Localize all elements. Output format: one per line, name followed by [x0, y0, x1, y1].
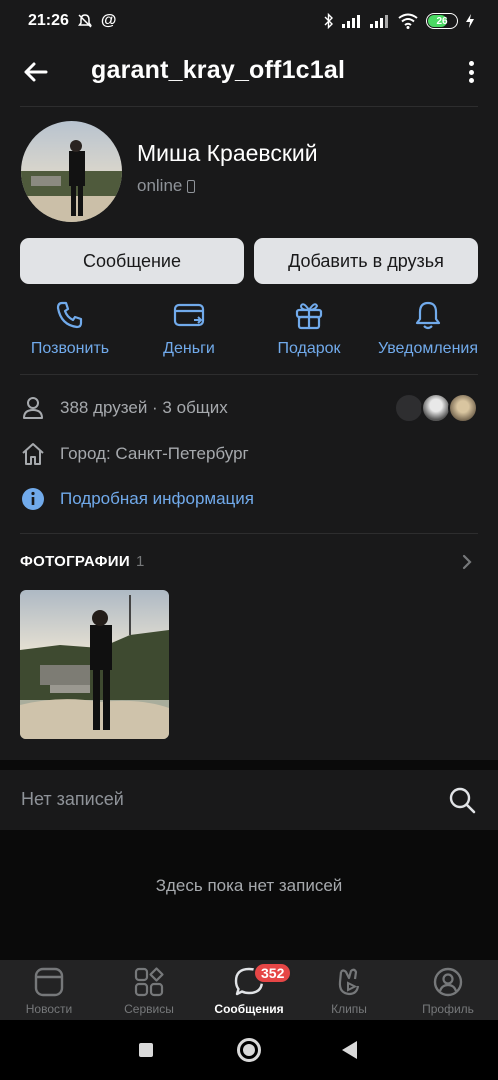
avatar[interactable] — [21, 121, 122, 222]
tab-news[interactable]: Новости — [4, 966, 94, 1016]
gift-label: Подарок — [277, 340, 341, 357]
tab-services[interactable]: Сервисы — [104, 966, 194, 1016]
city-row: Город: Санкт-Петербург — [20, 441, 249, 467]
bell-muted-icon — [77, 14, 92, 28]
tab-clips-label: Клипы — [331, 1002, 367, 1016]
home-button[interactable] — [237, 1038, 261, 1062]
signal-icon — [342, 15, 360, 28]
back-arrow-icon[interactable] — [20, 56, 52, 88]
money-action[interactable]: Деньги — [139, 298, 239, 358]
photo-thumbnail[interactable] — [20, 590, 169, 739]
tab-messages-label: Сообщения — [214, 1002, 284, 1016]
recent-apps-button[interactable] — [139, 1043, 153, 1057]
person-icon — [23, 397, 43, 419]
photos-section-title[interactable]: ФОТОГРАФИИ 1 — [20, 553, 145, 570]
home-icon — [22, 443, 44, 465]
notifications-label: Уведомления — [377, 340, 479, 357]
clips-icon — [338, 968, 360, 996]
divider — [20, 374, 478, 375]
message-button[interactable]: Сообщение — [20, 238, 244, 284]
profile-header: garant_kray_off1c1al — [0, 42, 498, 106]
tab-profile[interactable]: Профиль — [403, 966, 493, 1016]
mutual-friends-avatars[interactable] — [394, 393, 480, 425]
status-bar: 21:26 @ 26 — [0, 0, 498, 42]
friend-avatar — [421, 393, 451, 423]
battery-indicator: 26 — [426, 13, 458, 29]
profile-name: Миша Краевский — [137, 140, 318, 166]
friends-count: 388 друзей · 3 общих — [60, 398, 228, 417]
messages-badge: 352 — [253, 962, 293, 984]
status-time: 21:26 — [28, 12, 69, 29]
wall-empty-text: Здесь пока нет записей — [155, 876, 343, 895]
call-action[interactable]: Позвонить — [20, 298, 120, 358]
charging-icon — [466, 14, 474, 28]
photos-count: 1 — [135, 553, 145, 570]
page-title: garant_kray_off1c1al — [91, 56, 346, 84]
add-friend-button[interactable]: Добавить в друзья — [254, 238, 478, 284]
divider — [20, 106, 478, 107]
online-status-text: online — [137, 176, 183, 195]
phone-icon — [56, 301, 83, 329]
photos-title-text: ФОТОГРАФИИ — [20, 553, 130, 570]
tab-profile-label: Профиль — [422, 1002, 474, 1016]
action-row: Позвонить Деньги Подарок Уведомления — [0, 298, 498, 368]
notifications-action[interactable]: Уведомления — [373, 298, 483, 358]
money-card-icon — [173, 303, 205, 327]
at-icon: @ — [100, 12, 117, 29]
section-separator — [0, 760, 498, 770]
tab-clips[interactable]: Клипы — [304, 966, 394, 1016]
gift-action[interactable]: Подарок — [259, 298, 359, 358]
call-label: Позвонить — [30, 340, 110, 357]
bottom-tab-bar: Новости Сервисы Сообщения Клипы Профиль — [0, 960, 498, 1020]
money-label: Деньги — [163, 340, 215, 357]
wall-empty-area: Здесь пока нет записей — [0, 830, 498, 960]
search-icon[interactable] — [448, 786, 476, 814]
wall-header: Нет записей — [0, 770, 498, 830]
wall-title: Нет записей — [21, 789, 124, 809]
news-icon — [34, 967, 64, 997]
divider — [20, 533, 478, 534]
friend-avatar — [394, 393, 424, 423]
services-icon — [134, 967, 164, 997]
details-link[interactable]: Подробная информация — [60, 489, 254, 509]
details-row[interactable]: Подробная информация — [20, 486, 254, 512]
system-back-button[interactable] — [342, 1041, 357, 1059]
system-nav-bar — [0, 1020, 498, 1080]
gift-icon — [295, 303, 323, 330]
signal-icon-2 — [370, 15, 388, 28]
more-options-icon[interactable] — [466, 58, 476, 86]
bell-icon — [415, 301, 441, 330]
friend-avatar — [448, 393, 478, 423]
city-text: Город: Санкт-Петербург — [60, 444, 249, 463]
mobile-icon — [187, 179, 196, 193]
chevron-right-icon[interactable] — [460, 553, 474, 571]
wifi-icon — [398, 13, 418, 29]
bluetooth-icon — [324, 13, 333, 29]
tab-services-label: Сервисы — [124, 1002, 174, 1016]
profile-icon — [433, 967, 463, 997]
online-status: online — [137, 176, 196, 196]
tab-news-label: Новости — [25, 1002, 73, 1016]
info-icon — [22, 488, 44, 510]
friends-row[interactable]: 388 друзей · 3 общих — [20, 395, 228, 421]
